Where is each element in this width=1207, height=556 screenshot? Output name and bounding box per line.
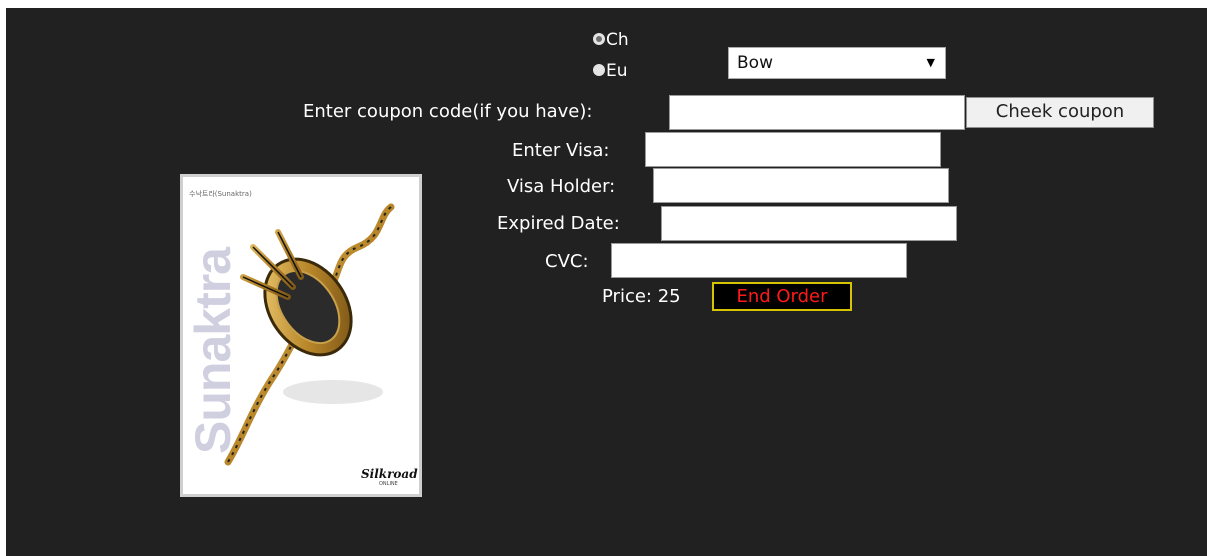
item-select-value: Bow — [737, 53, 773, 73]
check-coupon-button[interactable]: Cheek coupon — [966, 97, 1154, 128]
radio-option-ch[interactable]: Ch — [593, 30, 629, 50]
holder-label: Visa Holder: — [507, 176, 616, 197]
radio-option-eu[interactable]: Eu — [593, 61, 628, 81]
radio-eu-label: Eu — [606, 61, 628, 81]
visa-label: Enter Visa: — [512, 140, 610, 161]
expired-label: Expired Date: — [497, 213, 620, 234]
expired-input[interactable] — [661, 206, 957, 241]
radio-ch-label: Ch — [606, 30, 629, 50]
coupon-label: Enter coupon code(if you have): — [303, 101, 593, 122]
poster-logo: Silkroad — [361, 467, 418, 481]
radio-ch[interactable] — [593, 33, 605, 45]
visa-input[interactable] — [645, 132, 941, 167]
poster-logo-sub: ONLINE — [379, 481, 398, 487]
end-order-button[interactable]: End Order — [712, 282, 852, 311]
cvc-input[interactable] — [611, 243, 907, 278]
bow-illustration — [224, 203, 395, 466]
chevron-down-icon: ▼ — [926, 56, 935, 69]
item-select[interactable]: Bow ▼ — [728, 47, 946, 79]
item-poster-image: 수낙트라(Sunaktra) Sunaktra Silkroad ONLINE — [180, 174, 422, 497]
radio-eu[interactable] — [593, 64, 605, 76]
holder-input[interactable] — [653, 168, 949, 203]
coupon-input[interactable] — [669, 95, 965, 130]
cvc-label: CVC: — [545, 251, 589, 272]
price-text: Price: 25 — [602, 286, 681, 307]
